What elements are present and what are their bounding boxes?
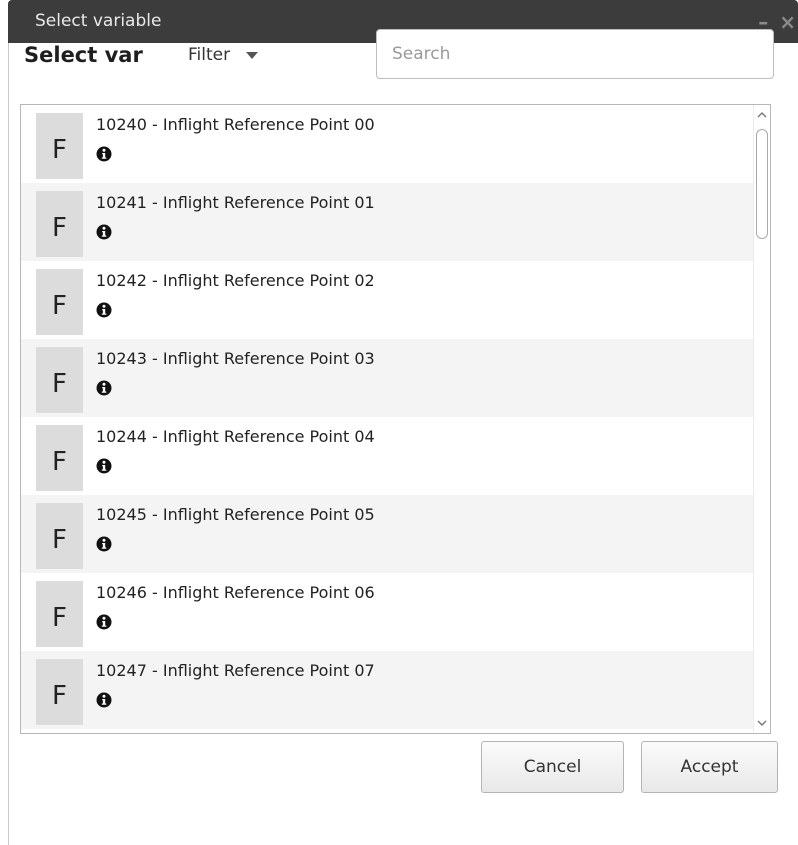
list-item-label: 10242 - Inflight Reference Point 02: [96, 271, 375, 290]
chevron-down-icon: [246, 51, 259, 59]
scrollbar-thumb[interactable]: [756, 129, 768, 239]
cancel-button[interactable]: Cancel: [481, 741, 624, 793]
list-item-label: 10247 - Inflight Reference Point 07: [96, 661, 375, 680]
filter-label: Filter: [188, 45, 231, 65]
type-badge: F: [36, 269, 83, 335]
scroll-up-icon[interactable]: [757, 110, 767, 120]
list-item-label: 10245 - Inflight Reference Point 05: [96, 505, 375, 524]
list-item[interactable]: F 10244 - Inflight Reference Point 04: [21, 417, 754, 495]
filter-dropdown[interactable]: Filter: [188, 45, 259, 65]
list-item[interactable]: F 10242 - Inflight Reference Point 02: [21, 261, 754, 339]
type-badge: F: [36, 191, 83, 257]
type-badge: F: [36, 503, 83, 569]
list-item[interactable]: F 10246 - Inflight Reference Point 06: [21, 573, 754, 651]
list-item-label: 10244 - Inflight Reference Point 04: [96, 427, 375, 446]
vertical-scrollbar[interactable]: [753, 105, 770, 733]
type-badge: F: [36, 425, 83, 491]
accept-button[interactable]: Accept: [641, 741, 778, 793]
list-item[interactable]: F 10241 - Inflight Reference Point 01: [21, 183, 754, 261]
list-item[interactable]: F 10240 - Inflight Reference Point 00: [21, 105, 754, 183]
variable-list-items: F 10240 - Inflight Reference Point 00 F 102…: [21, 105, 754, 729]
info-icon[interactable]: [96, 458, 112, 474]
list-item-label: 10246 - Inflight Reference Point 06: [96, 583, 375, 602]
list-item[interactable]: F 10247 - Inflight Reference Point 07: [21, 651, 754, 729]
search-input[interactable]: [376, 29, 774, 79]
list-item-label: 10240 - Inflight Reference Point 00: [96, 115, 375, 134]
list-item[interactable]: F 10243 - Inflight Reference Point 03: [21, 339, 754, 417]
info-icon[interactable]: [96, 224, 112, 240]
variable-list[interactable]: F 10240 - Inflight Reference Point 00 F 102…: [20, 104, 771, 734]
type-badge: F: [36, 581, 83, 647]
dialog-heading: Select var: [24, 43, 143, 67]
info-icon[interactable]: [96, 536, 112, 552]
type-badge: F: [36, 347, 83, 413]
info-icon[interactable]: [96, 380, 112, 396]
window-title: Select variable: [35, 11, 162, 31]
list-item-label: 10243 - Inflight Reference Point 03: [96, 349, 375, 368]
type-badge: F: [36, 659, 83, 725]
scroll-down-icon[interactable]: [757, 718, 767, 728]
type-badge: F: [36, 113, 83, 179]
info-icon[interactable]: [96, 302, 112, 318]
list-item[interactable]: F 10245 - Inflight Reference Point 05: [21, 495, 754, 573]
info-icon[interactable]: [96, 692, 112, 708]
info-icon[interactable]: [96, 614, 112, 630]
list-item-label: 10241 - Inflight Reference Point 01: [96, 193, 375, 212]
info-icon[interactable]: [96, 146, 112, 162]
